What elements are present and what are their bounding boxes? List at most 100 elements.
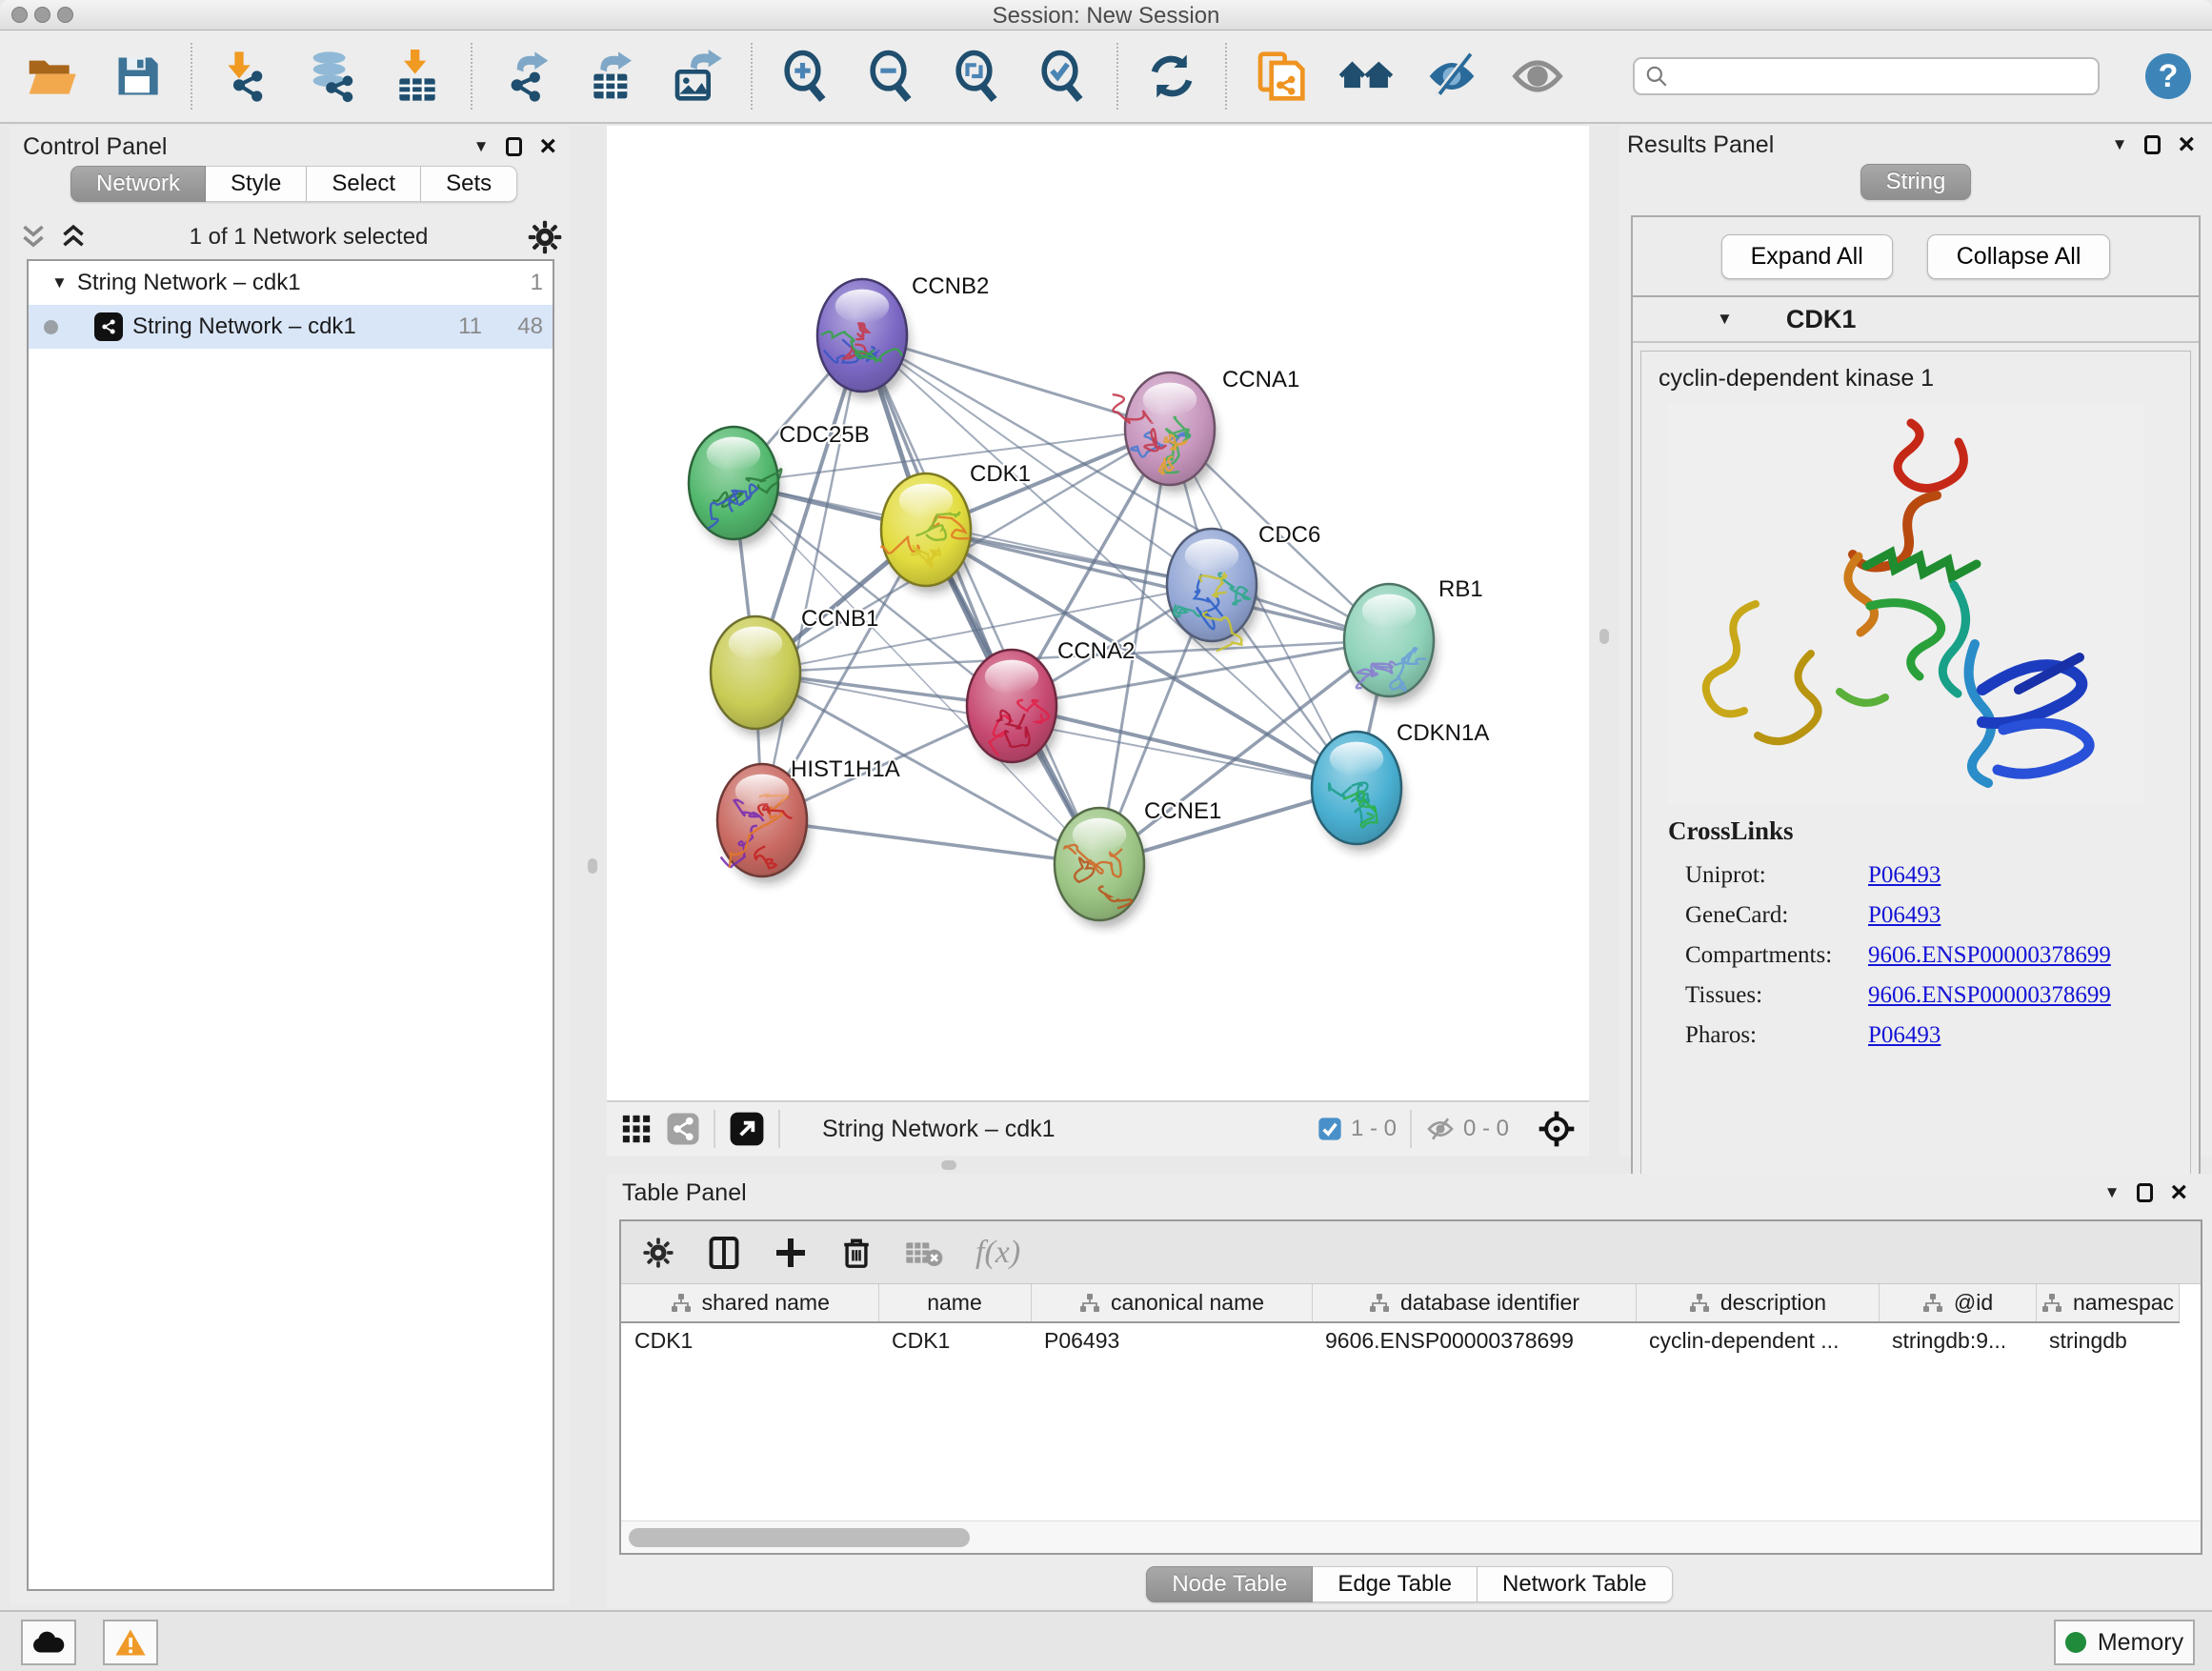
show-columns-icon[interactable] <box>707 1236 741 1270</box>
table-cell[interactable]: 9606.ENSP00000378699 <box>1312 1322 1636 1359</box>
column-header-shared-name[interactable]: shared name <box>621 1284 878 1322</box>
collapse-all-button[interactable]: Collapse All <box>1927 234 2111 279</box>
tab-network-table[interactable]: Network Table <box>1478 1566 1673 1602</box>
table-row[interactable]: CDK1CDK1P064939606.ENSP00000378699cyclin… <box>621 1322 2179 1359</box>
column-header-description[interactable]: description <box>1636 1284 1879 1322</box>
network-collection-row[interactable]: ▼ String Network – cdk1 1 <box>29 261 553 305</box>
network-options-gear-icon[interactable] <box>528 220 562 254</box>
close-panel-icon[interactable]: × <box>2178 135 2195 154</box>
zoom-selected-button[interactable] <box>1025 39 1101 113</box>
cloud-status-button[interactable] <box>21 1620 76 1665</box>
show-panel-button[interactable] <box>1499 39 1576 113</box>
node-CCNB2[interactable]: CCNB2 <box>817 273 989 399</box>
column-header-namespac[interactable]: namespac <box>2036 1284 2179 1322</box>
results-panel-menu-caret[interactable]: ▼ <box>2112 135 2128 154</box>
node-CDC25B[interactable]: CDC25B <box>689 422 870 547</box>
search-input[interactable] <box>1633 57 2100 95</box>
refresh-button[interactable] <box>1134 39 1210 113</box>
tab-node-table[interactable]: Node Table <box>1146 1566 1313 1602</box>
open-session-button[interactable] <box>13 39 90 113</box>
close-panel-icon[interactable]: × <box>2170 1183 2187 1202</box>
node-CDK1[interactable]: CDK1 <box>881 461 1031 594</box>
collapse-all-networks-icon[interactable] <box>57 223 90 252</box>
gene-section-caret[interactable]: ▼ <box>1717 310 1733 329</box>
node-table[interactable]: shared namename canonical name database … <box>621 1284 2201 1520</box>
node-CCNA1[interactable]: CCNA1 <box>1113 367 1300 493</box>
tab-string[interactable]: String <box>1860 164 1972 200</box>
import-network-database-button[interactable] <box>293 39 370 113</box>
help-button[interactable]: ? <box>2145 53 2191 99</box>
float-panel-icon[interactable] <box>2137 1183 2153 1202</box>
crosslink-link[interactable]: P06493 <box>1868 902 1941 929</box>
collection-expand-caret[interactable]: ▼ <box>51 273 68 292</box>
crosslink-link[interactable]: 9606.ENSP00000378699 <box>1868 982 2111 1009</box>
add-column-icon[interactable] <box>774 1236 808 1270</box>
column-header--id[interactable]: @id <box>1879 1284 2036 1322</box>
node-CCNB1[interactable]: CCNB1 <box>711 606 878 736</box>
delete-column-icon[interactable] <box>840 1236 873 1270</box>
tab-sets[interactable]: Sets <box>421 166 517 202</box>
edge-CCNB2-CCNE1[interactable] <box>862 335 1099 864</box>
close-panel-icon[interactable]: × <box>539 137 556 156</box>
table-cell[interactable]: CDK1 <box>621 1322 878 1359</box>
network-share-icon[interactable] <box>666 1112 700 1146</box>
table-hscrollbar[interactable] <box>621 1520 2201 1553</box>
node-CCNE1[interactable]: CCNE1 <box>1055 798 1221 928</box>
edge-CCNB2-HIST1H1A[interactable] <box>762 335 862 820</box>
node-CDKN1A[interactable]: CDKN1A <box>1312 720 1489 852</box>
horizontal-splitter-handle[interactable] <box>941 1160 956 1170</box>
column-header-name[interactable]: name <box>878 1284 1031 1322</box>
node-RB1[interactable]: RB1 <box>1344 576 1483 704</box>
float-panel-icon[interactable] <box>2144 135 2161 154</box>
table-panel-menu-caret[interactable]: ▼ <box>2104 1183 2121 1202</box>
network-row[interactable]: String Network – cdk1 11 48 <box>29 305 553 349</box>
column-header-database-identifier[interactable]: database identifier <box>1312 1284 1636 1322</box>
hide-panel-button[interactable] <box>1414 39 1490 113</box>
tab-select[interactable]: Select <box>307 166 421 202</box>
control-panel-menu-caret[interactable]: ▼ <box>473 137 490 156</box>
expand-all-networks-icon[interactable] <box>17 223 50 252</box>
function-builder-icon[interactable]: f(x) <box>975 1235 1020 1271</box>
zoom-in-button[interactable] <box>768 39 844 113</box>
import-table-file-button[interactable] <box>379 39 455 113</box>
zoom-out-button[interactable] <box>854 39 930 113</box>
edge-CCNA2-CDKN1A[interactable] <box>1012 706 1357 788</box>
table-cell[interactable]: P06493 <box>1031 1322 1312 1359</box>
crosslink-link[interactable]: P06493 <box>1868 1022 1941 1049</box>
save-session-button[interactable] <box>99 39 175 113</box>
import-network-file-button[interactable] <box>208 39 284 113</box>
table-options-gear-icon[interactable] <box>642 1237 674 1269</box>
delete-table-icon[interactable] <box>905 1238 943 1268</box>
export-image-button[interactable] <box>659 39 735 113</box>
left-splitter-handle[interactable] <box>588 858 597 874</box>
crosslink-link[interactable]: 9606.ENSP00000378699 <box>1868 942 2111 969</box>
crosshair-icon[interactable] <box>1538 1110 1576 1148</box>
column-header-canonical-name[interactable]: canonical name <box>1031 1284 1312 1322</box>
network-canvas[interactable]: CCNB2CCNA1CDC25BCDK1CDC6RB1CCNB1CCNA2CDK… <box>607 126 1589 1100</box>
birdseye-view-icon[interactable] <box>729 1111 765 1147</box>
table-cell[interactable]: stringdb:9... <box>1879 1322 2036 1359</box>
table-cell[interactable]: cyclin-dependent ... <box>1636 1322 1879 1359</box>
table-cell[interactable]: stringdb <box>2036 1322 2179 1359</box>
node-HIST1H1A[interactable]: HIST1H1A <box>717 756 900 884</box>
home-networks-button[interactable] <box>1328 39 1404 113</box>
table-cell[interactable]: CDK1 <box>878 1322 1031 1359</box>
expand-all-button[interactable]: Expand All <box>1721 234 1893 279</box>
string-import-button[interactable] <box>1242 39 1318 113</box>
scrollbar-thumb[interactable] <box>629 1528 970 1547</box>
memory-button[interactable]: Memory <box>2054 1620 2195 1665</box>
right-splitter-handle[interactable] <box>1599 629 1609 644</box>
export-table-button[interactable] <box>573 39 650 113</box>
network-graph[interactable]: CCNB2CCNA1CDC25BCDK1CDC6RB1CCNB1CCNA2CDK… <box>607 126 1589 1100</box>
float-panel-icon[interactable] <box>506 137 522 156</box>
crosslink-link[interactable]: P06493 <box>1868 862 1941 889</box>
tab-style[interactable]: Style <box>206 166 307 202</box>
zoom-fit-button[interactable] <box>939 39 1016 113</box>
gene-section-header[interactable]: ▼ CDK1 <box>1633 297 2199 343</box>
grid-view-icon[interactable] <box>620 1113 653 1145</box>
export-network-button[interactable] <box>488 39 564 113</box>
warning-status-button[interactable] <box>103 1620 158 1665</box>
tab-network[interactable]: Network <box>70 166 206 202</box>
edge-HIST1H1A-CCNE1[interactable] <box>762 820 1099 864</box>
tab-edge-table[interactable]: Edge Table <box>1313 1566 1478 1602</box>
